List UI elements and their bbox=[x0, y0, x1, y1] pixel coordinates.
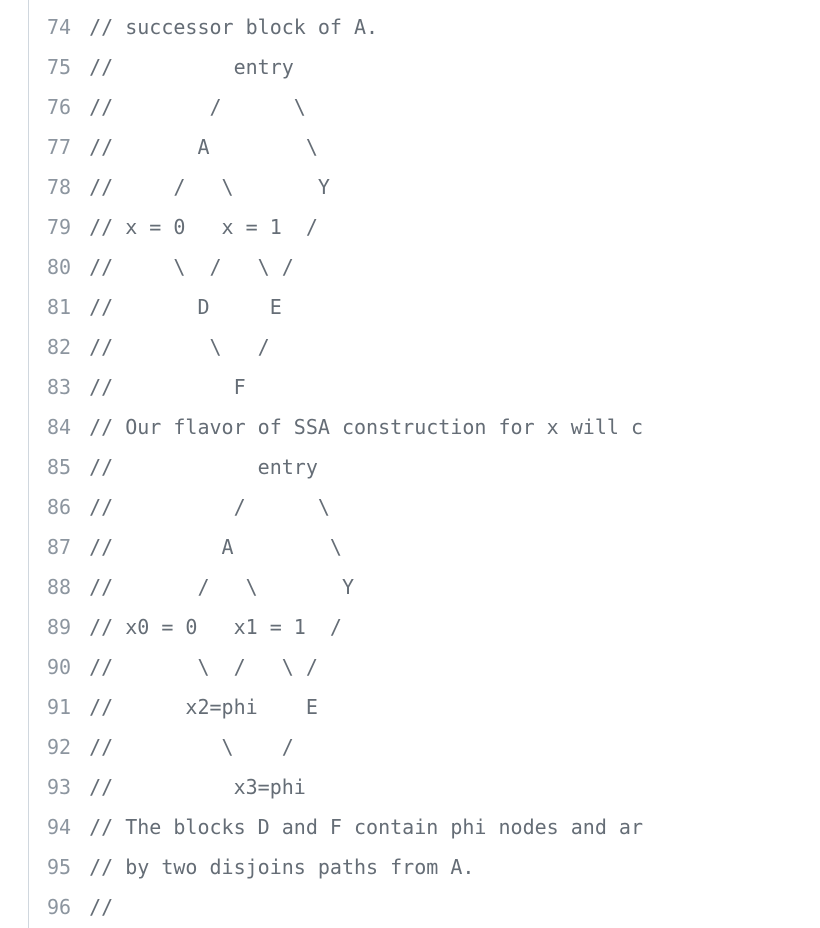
code-line: // \ / \ / bbox=[89, 648, 820, 688]
line-number: 76 bbox=[47, 88, 71, 128]
code-line: // x2=phi E bbox=[89, 688, 820, 728]
code-line: // x3=phi bbox=[89, 768, 820, 808]
line-number: 74 bbox=[47, 8, 71, 48]
code-line: // A \ bbox=[89, 128, 820, 168]
line-number: 85 bbox=[47, 448, 71, 488]
code-line: // A \ bbox=[89, 528, 820, 568]
code-line: // The blocks D and F contain phi nodes … bbox=[89, 808, 820, 848]
line-number: 93 bbox=[47, 768, 71, 808]
line-number: 82 bbox=[47, 328, 71, 368]
line-number: 91 bbox=[47, 688, 71, 728]
line-number: 84 bbox=[47, 408, 71, 448]
code-line: // / \ bbox=[89, 488, 820, 528]
code-line: // \ / bbox=[89, 728, 820, 768]
line-number: 94 bbox=[47, 808, 71, 848]
line-number: 75 bbox=[47, 48, 71, 88]
line-number: 86 bbox=[47, 488, 71, 528]
line-number: 92 bbox=[47, 728, 71, 768]
code-line: // D E bbox=[89, 288, 820, 328]
line-number: 88 bbox=[47, 568, 71, 608]
code-line: // / \ Y bbox=[89, 568, 820, 608]
code-line: // x0 = 0 x1 = 1 / bbox=[89, 608, 820, 648]
line-number-gutter: 7475767778798081828384858687888990919293… bbox=[29, 8, 89, 920]
code-line: // \ / bbox=[89, 328, 820, 368]
line-number: 83 bbox=[47, 368, 71, 408]
code-line: // successor block of A. bbox=[89, 8, 820, 48]
code-line: // / \ bbox=[89, 88, 820, 128]
code-line: // entry bbox=[89, 448, 820, 488]
code-view: 7475767778798081828384858687888990919293… bbox=[28, 0, 820, 928]
line-number: 89 bbox=[47, 608, 71, 648]
code-line: // entry bbox=[89, 48, 820, 88]
line-number: 77 bbox=[47, 128, 71, 168]
code-line: // x = 0 x = 1 / bbox=[89, 208, 820, 248]
code-line: // F bbox=[89, 368, 820, 408]
code-line: // / \ Y bbox=[89, 168, 820, 208]
line-number: 87 bbox=[47, 528, 71, 568]
code-line: // by two disjoins paths from A. bbox=[89, 848, 820, 888]
code-content: // successor block of A.// entry// / \//… bbox=[89, 8, 820, 920]
line-number: 79 bbox=[47, 208, 71, 248]
line-number: 95 bbox=[47, 848, 71, 888]
line-number: 78 bbox=[47, 168, 71, 208]
line-number: 80 bbox=[47, 248, 71, 288]
line-number: 96 bbox=[47, 888, 71, 928]
code-line: // \ / \ / bbox=[89, 248, 820, 288]
code-line: // bbox=[89, 888, 820, 928]
line-number: 90 bbox=[47, 648, 71, 688]
code-line: // Our flavor of SSA construction for x … bbox=[89, 408, 820, 448]
line-number: 81 bbox=[47, 288, 71, 328]
